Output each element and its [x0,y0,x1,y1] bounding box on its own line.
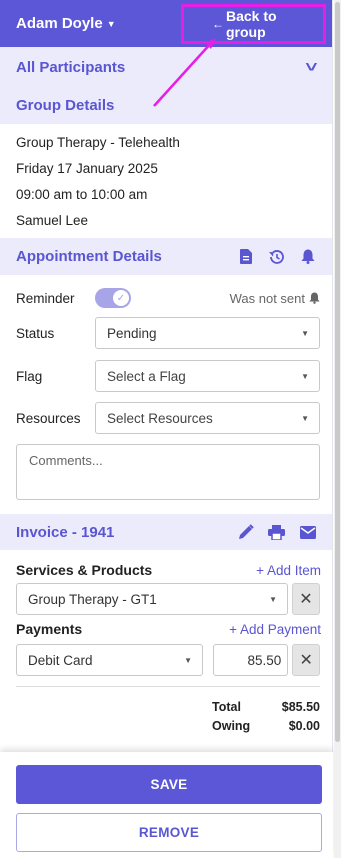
printer-icon[interactable] [268,524,285,541]
close-icon: ✕ [299,591,313,608]
remove-button[interactable]: REMOVE [16,813,322,852]
arrow-left-icon: ← [212,16,224,31]
totals: Total $85.50 Owing $0.00 [0,698,332,736]
reminder-label: Reminder [16,290,75,306]
group-details-title: Group Details [16,97,115,114]
scrollbar[interactable] [334,0,341,858]
footer-actions: SAVE REMOVE [0,752,333,858]
resources-row: Resources Select Resources ▼ [0,402,332,434]
all-participants-header[interactable]: All Participants ˅ [0,47,332,87]
services-label: Services & Products [16,562,153,578]
caret-down-icon: ▼ [269,594,277,604]
reminder-row: Reminder ✓ Was not sent [0,282,332,314]
add-item-link[interactable]: + Add Item [256,563,321,578]
group-details: Group Therapy - Telehealth Friday 17 Jan… [0,124,332,238]
appointment-details-title: Appointment Details [16,248,162,265]
resources-select[interactable]: Select Resources ▼ [95,402,320,434]
payment-amount-value: 85.50 [247,652,282,668]
appointment-details-header: Appointment Details [0,238,332,275]
all-participants-title: All Participants [16,58,126,76]
reminder-toggle[interactable]: ✓ [95,288,131,308]
reminder-status: Was not sent [230,291,320,306]
total-row: Total $85.50 [0,698,320,717]
resources-label: Resources [16,410,81,426]
bell-icon[interactable] [299,248,316,265]
back-to-group-label: Back to group [226,7,277,40]
group-details-header: Group Details [0,87,332,124]
invoice-title: Invoice - 1941 [16,523,115,541]
owing-value: $0.00 [288,719,320,733]
status-value: Pending [107,325,157,341]
caret-down-icon: ▼ [184,655,192,665]
flag-select[interactable]: Select a Flag ▼ [95,360,320,392]
group-session-time: 09:00 am to 10:00 am [16,187,148,202]
resources-placeholder: Select Resources [107,410,213,426]
flag-placeholder: Select a Flag [107,368,186,384]
caret-down-icon: ▼ [301,328,309,338]
back-to-group-button[interactable]: ← Back to group [181,3,326,44]
group-session-date: Friday 17 January 2025 [16,161,158,176]
top-bar: Adam Doyle ▼ ← Back to group [0,0,332,47]
caret-down-icon: ▼ [106,18,116,29]
comments-placeholder: Comments... [29,453,103,468]
group-session-name: Group Therapy - Telehealth [16,135,180,150]
service-select[interactable]: Group Therapy - GT1 ▼ [16,583,288,615]
payments-label: Payments [16,621,83,637]
comments-textarea[interactable]: Comments... [16,444,320,500]
add-payment-link[interactable]: + Add Payment [229,622,321,637]
user-name: Adam Doyle [16,15,103,32]
group-practitioner: Samuel Lee [16,213,89,228]
not-sent-label: Was not sent [229,290,305,306]
invoice-header: Invoice - 1941 [0,514,332,550]
scrollbar-thumb[interactable] [335,2,340,742]
user-menu[interactable]: Adam Doyle ▼ [16,15,116,32]
payment-method-value: Debit Card [28,652,93,668]
payment-amount-input[interactable]: 85.50 [213,644,289,676]
payment-row: Debit Card ▼ 85.50 ✕ [0,644,332,676]
payments-header: Payments + Add Payment [0,619,332,639]
total-label: Total [212,700,241,714]
envelope-icon[interactable] [299,524,316,541]
status-row: Status Pending ▼ [0,317,332,349]
service-value: Group Therapy - GT1 [28,591,157,607]
close-icon: ✕ [299,652,313,669]
payment-method-select[interactable]: Debit Card ▼ [16,644,203,676]
appointment-pane: Adam Doyle ▼ ← Back to group All Partici… [0,0,333,858]
service-row: Group Therapy - GT1 ▼ ✕ [0,583,332,615]
flag-row: Flag Select a Flag ▼ [0,360,332,392]
chevron-down-icon[interactable]: ˅ [305,59,317,76]
services-header: Services & Products + Add Item [0,560,332,580]
status-label: Status [16,325,55,341]
total-value: $85.50 [281,700,320,714]
owing-label: Owing [212,719,251,733]
flag-label: Flag [16,368,43,384]
history-icon[interactable] [268,248,285,265]
status-select[interactable]: Pending ▼ [95,317,320,349]
caret-down-icon: ▼ [301,413,309,423]
caret-down-icon: ▼ [301,371,309,381]
remove-service-button[interactable]: ✕ [292,583,320,615]
owing-row: Owing $0.00 [0,717,320,736]
save-button[interactable]: SAVE [16,765,322,804]
remove-payment-button[interactable]: ✕ [292,644,320,676]
check-icon: ✓ [113,290,129,306]
bell-icon [309,292,320,304]
document-icon[interactable] [237,248,254,265]
pencil-icon[interactable] [237,524,254,541]
group-band: All Participants ˅ Group Details [0,47,332,124]
